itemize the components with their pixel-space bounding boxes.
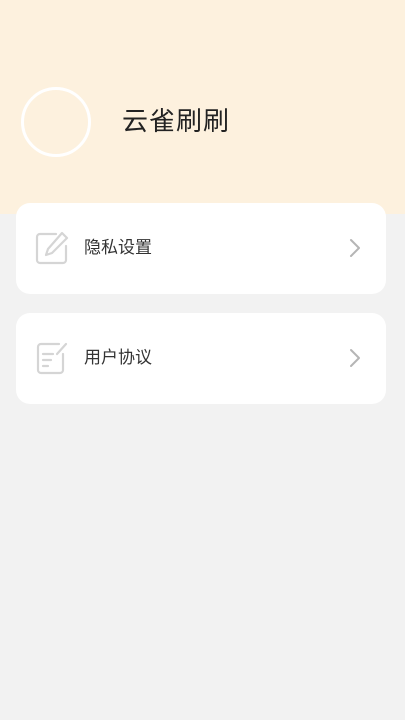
menu-item-privacy-settings[interactable]: 隐私设置 [16, 203, 386, 294]
avatar[interactable] [21, 87, 91, 157]
chevron-right-icon [350, 239, 360, 257]
chevron-right-icon [350, 349, 360, 367]
app-name: 云雀刷刷 [122, 107, 231, 137]
menu-item-label: 用户协议 [84, 348, 152, 368]
document-icon [36, 342, 68, 375]
menu-item-label: 隐私设置 [84, 238, 152, 258]
menu-item-user-agreement[interactable]: 用户协议 [16, 313, 386, 404]
edit-icon [35, 231, 69, 265]
profile-header: 云雀刷刷 [0, 0, 405, 214]
